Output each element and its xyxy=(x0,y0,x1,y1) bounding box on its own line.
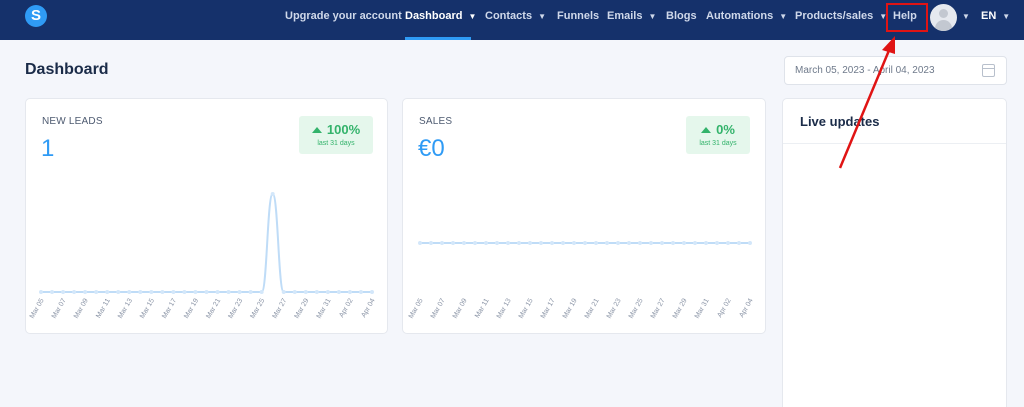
sales-card: SALES €0 0% last 31 days xyxy=(402,98,766,334)
active-tab-indicator xyxy=(405,37,471,40)
date-range-picker[interactable]: March 05, 2023 - April 04, 2023 xyxy=(784,56,1007,85)
arrow-up-icon xyxy=(311,127,322,133)
chevron-down-icon: ▼ xyxy=(538,12,546,21)
nav-automations[interactable]: Automations ▼ xyxy=(706,10,787,22)
change-badge: 0% last 31 days xyxy=(686,116,750,154)
card-value: €0 xyxy=(418,135,445,162)
change-badge: 100% last 31 days xyxy=(299,116,373,154)
badge-percent: 100% xyxy=(326,122,361,137)
badge-percent: 0% xyxy=(716,122,735,137)
new-leads-card: NEW LEADS 1 100% last 31 days xyxy=(25,98,388,334)
language-selector[interactable]: EN ▼ xyxy=(981,10,1010,22)
live-updates-card: Live updates xyxy=(782,98,1007,407)
card-label: NEW LEADS xyxy=(42,116,103,127)
language-label: EN xyxy=(981,10,997,22)
divider xyxy=(783,143,1006,144)
chevron-down-icon: ▼ xyxy=(648,12,657,21)
nav-blogs[interactable]: Blogs xyxy=(666,10,697,22)
top-nav: S Upgrade your account Dashboard ▼ Contac… xyxy=(0,0,1024,40)
page-title: Dashboard xyxy=(25,61,109,78)
chevron-down-icon: ▼ xyxy=(962,12,970,21)
nav-label: Blogs xyxy=(666,10,697,22)
logo[interactable]: S xyxy=(25,5,47,27)
card-value: 1 xyxy=(41,135,55,162)
nav-contacts[interactable]: Contacts ▼ xyxy=(485,10,546,22)
badge-period: last 31 days xyxy=(699,140,737,147)
nav-label: Automations xyxy=(706,10,774,22)
chevron-down-icon: ▼ xyxy=(468,12,477,21)
card-label: SALES xyxy=(419,116,453,127)
nav-products-sales[interactable]: Products/sales ▼ xyxy=(795,10,887,22)
nav-label: Products/sales xyxy=(795,10,874,22)
nav-emails[interactable]: Emails ▼ xyxy=(607,10,656,22)
date-range-text: March 05, 2023 - April 04, 2023 xyxy=(795,65,935,76)
nav-funnels[interactable]: Funnels xyxy=(557,10,599,22)
chevron-down-icon: ▼ xyxy=(1002,12,1011,21)
avatar-menu-caret[interactable]: ▼ xyxy=(962,10,970,22)
nav-label: Contacts xyxy=(485,10,533,22)
help-highlight-box xyxy=(886,3,928,32)
nav-dashboard[interactable]: Dashboard ▼ xyxy=(405,10,476,22)
nav-label: Upgrade your account xyxy=(285,10,402,22)
arrow-up-icon xyxy=(701,127,712,133)
badge-period: last 31 days xyxy=(317,140,355,147)
user-avatar-icon[interactable] xyxy=(930,4,957,31)
nav-label: Emails xyxy=(607,10,643,22)
nav-label: Funnels xyxy=(557,10,600,22)
nav-label: Dashboard xyxy=(405,10,463,22)
calendar-icon xyxy=(982,64,995,77)
nav-upgrade-account[interactable]: Upgrade your account xyxy=(285,10,402,22)
chevron-down-icon: ▼ xyxy=(779,12,788,21)
live-updates-title: Live updates xyxy=(800,114,880,129)
